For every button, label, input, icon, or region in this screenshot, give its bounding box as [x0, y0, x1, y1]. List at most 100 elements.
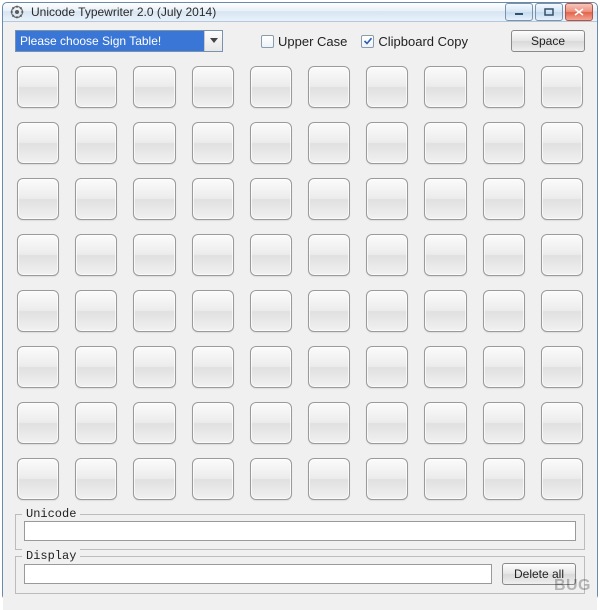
character-cell[interactable]: [483, 346, 525, 388]
character-cell[interactable]: [192, 458, 234, 500]
character-cell[interactable]: [250, 346, 292, 388]
character-cell[interactable]: [17, 290, 59, 332]
character-cell[interactable]: [424, 290, 466, 332]
character-cell[interactable]: [424, 234, 466, 276]
maximize-button[interactable]: [535, 3, 563, 21]
character-cell[interactable]: [17, 346, 59, 388]
character-cell[interactable]: [17, 234, 59, 276]
upper-case-checkbox[interactable]: Upper Case: [261, 34, 347, 49]
character-cell[interactable]: [366, 66, 408, 108]
toolbar: Please choose Sign Table! Upper Case Cli…: [15, 30, 585, 52]
character-cell[interactable]: [133, 458, 175, 500]
space-button[interactable]: Space: [511, 30, 585, 52]
character-cell[interactable]: [75, 402, 117, 444]
clipboard-copy-label: Clipboard Copy: [378, 34, 468, 49]
character-cell[interactable]: [133, 346, 175, 388]
character-cell[interactable]: [133, 402, 175, 444]
unicode-input[interactable]: [24, 521, 576, 541]
character-cell[interactable]: [308, 290, 350, 332]
character-cell[interactable]: [250, 402, 292, 444]
character-cell[interactable]: [541, 346, 583, 388]
character-cell[interactable]: [366, 346, 408, 388]
character-cell[interactable]: [541, 290, 583, 332]
character-cell[interactable]: [483, 402, 525, 444]
character-cell[interactable]: [17, 122, 59, 164]
character-cell[interactable]: [133, 122, 175, 164]
character-cell[interactable]: [192, 234, 234, 276]
character-cell[interactable]: [250, 290, 292, 332]
character-cell[interactable]: [424, 178, 466, 220]
character-cell[interactable]: [366, 122, 408, 164]
character-cell[interactable]: [366, 290, 408, 332]
character-cell[interactable]: [75, 290, 117, 332]
character-cell[interactable]: [541, 234, 583, 276]
character-cell[interactable]: [133, 178, 175, 220]
character-cell[interactable]: [424, 458, 466, 500]
character-cell[interactable]: [308, 346, 350, 388]
character-cell[interactable]: [308, 458, 350, 500]
character-cell[interactable]: [424, 66, 466, 108]
character-cell[interactable]: [483, 290, 525, 332]
character-cell[interactable]: [424, 122, 466, 164]
chevron-down-icon: [204, 31, 222, 51]
sign-table-combo[interactable]: Please choose Sign Table!: [15, 30, 223, 52]
character-cell[interactable]: [192, 290, 234, 332]
sign-table-selected: Please choose Sign Table!: [16, 31, 204, 51]
app-window: Unicode Typewriter 2.0 (July 2014) Pleas…: [2, 2, 598, 600]
character-cell[interactable]: [192, 346, 234, 388]
character-cell[interactable]: [541, 402, 583, 444]
character-cell[interactable]: [308, 66, 350, 108]
character-cell[interactable]: [541, 66, 583, 108]
display-label: Display: [22, 549, 80, 563]
character-cell[interactable]: [308, 178, 350, 220]
character-cell[interactable]: [541, 178, 583, 220]
character-cell[interactable]: [192, 122, 234, 164]
character-cell[interactable]: [424, 346, 466, 388]
character-cell[interactable]: [192, 402, 234, 444]
character-cell[interactable]: [75, 346, 117, 388]
character-cell[interactable]: [133, 66, 175, 108]
character-cell[interactable]: [483, 458, 525, 500]
character-cell[interactable]: [75, 178, 117, 220]
character-cell[interactable]: [250, 66, 292, 108]
character-cell[interactable]: [424, 402, 466, 444]
character-cell[interactable]: [17, 178, 59, 220]
character-cell[interactable]: [75, 66, 117, 108]
display-input[interactable]: [24, 564, 492, 584]
character-cell[interactable]: [366, 234, 408, 276]
character-cell[interactable]: [250, 178, 292, 220]
character-cell[interactable]: [366, 402, 408, 444]
character-cell[interactable]: [17, 66, 59, 108]
character-cell[interactable]: [75, 234, 117, 276]
character-cell[interactable]: [192, 66, 234, 108]
checkbox-box: [361, 35, 374, 48]
character-cell[interactable]: [308, 402, 350, 444]
character-cell[interactable]: [483, 66, 525, 108]
clipboard-copy-checkbox[interactable]: Clipboard Copy: [361, 34, 468, 49]
character-cell[interactable]: [192, 178, 234, 220]
minimize-button[interactable]: [505, 3, 533, 21]
character-cell[interactable]: [366, 178, 408, 220]
delete-all-button[interactable]: Delete all: [502, 563, 576, 585]
character-cell[interactable]: [250, 234, 292, 276]
character-cell[interactable]: [17, 458, 59, 500]
character-cell[interactable]: [483, 234, 525, 276]
character-cell[interactable]: [483, 178, 525, 220]
character-cell[interactable]: [483, 122, 525, 164]
character-cell[interactable]: [17, 402, 59, 444]
upper-case-label: Upper Case: [278, 34, 347, 49]
character-cell[interactable]: [541, 458, 583, 500]
character-cell[interactable]: [366, 458, 408, 500]
character-cell[interactable]: [541, 122, 583, 164]
unicode-fieldset: Unicode: [15, 514, 585, 550]
character-cell[interactable]: [75, 122, 117, 164]
character-cell[interactable]: [250, 122, 292, 164]
close-button[interactable]: [565, 3, 593, 21]
character-cell[interactable]: [75, 458, 117, 500]
character-cell[interactable]: [250, 458, 292, 500]
character-cell[interactable]: [308, 234, 350, 276]
character-cell[interactable]: [308, 122, 350, 164]
character-cell[interactable]: [133, 234, 175, 276]
window-buttons: [505, 3, 593, 21]
character-cell[interactable]: [133, 290, 175, 332]
